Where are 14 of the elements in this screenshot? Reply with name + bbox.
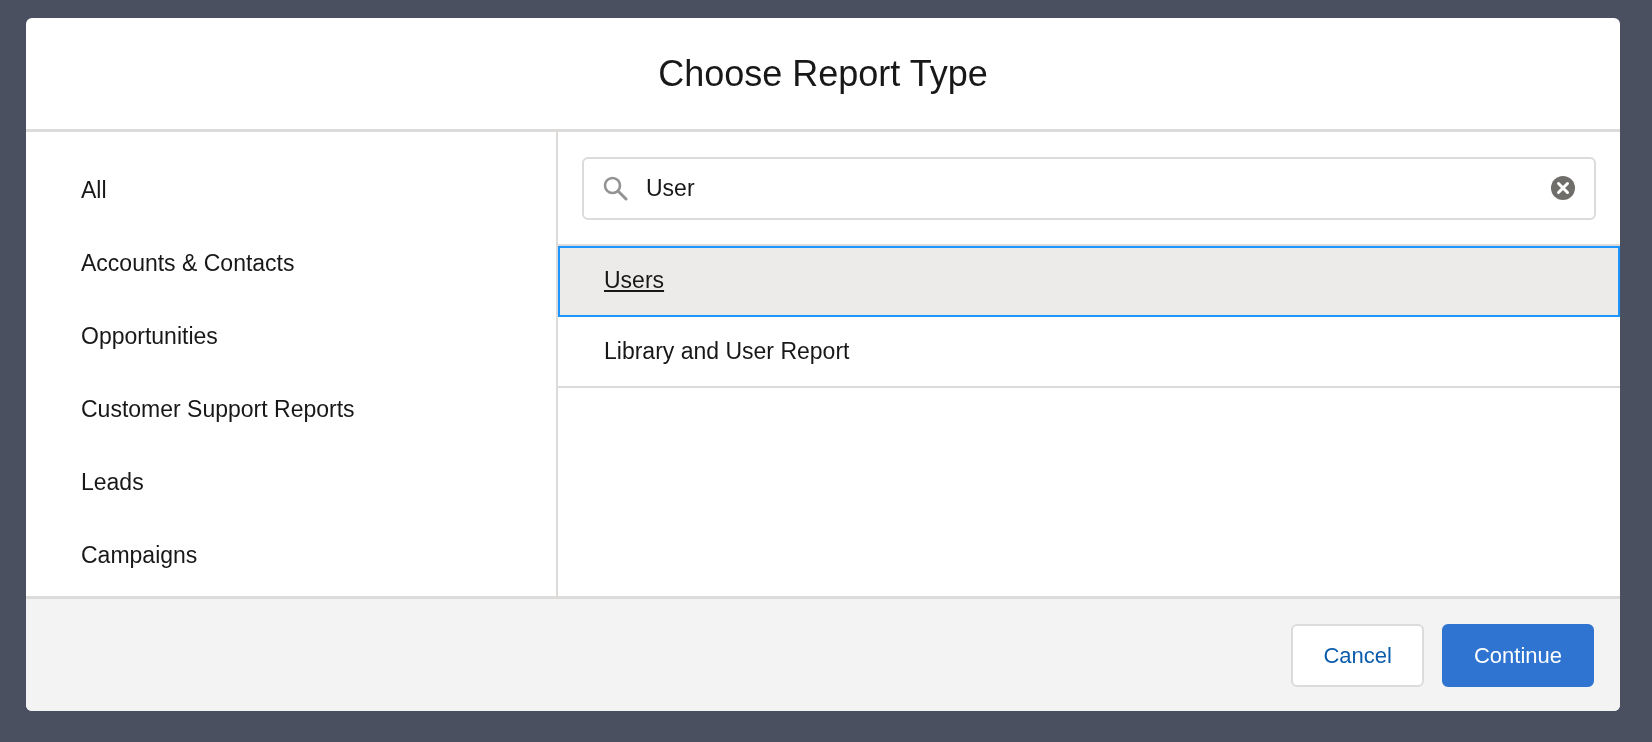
category-item[interactable]: Customer Support Reports [81,396,355,422]
category-item[interactable]: Leads [81,469,144,495]
dialog-title: Choose Report Type [658,51,988,96]
category-item[interactable]: All [81,177,107,203]
category-item[interactable]: Accounts & Contacts [81,250,295,276]
category-item[interactable]: Campaigns [81,542,198,568]
search-icon [602,175,628,201]
search-field[interactable]: User [582,157,1596,220]
cancel-button[interactable]: Cancel [1291,623,1424,687]
continue-button[interactable]: Continue [1441,623,1594,687]
report-type-row[interactable]: Users [558,246,1620,317]
report-type-row[interactable]: Library and User Report [558,317,1620,388]
clear-icon[interactable] [1550,175,1576,201]
category-item[interactable]: Opportunities [81,323,218,349]
